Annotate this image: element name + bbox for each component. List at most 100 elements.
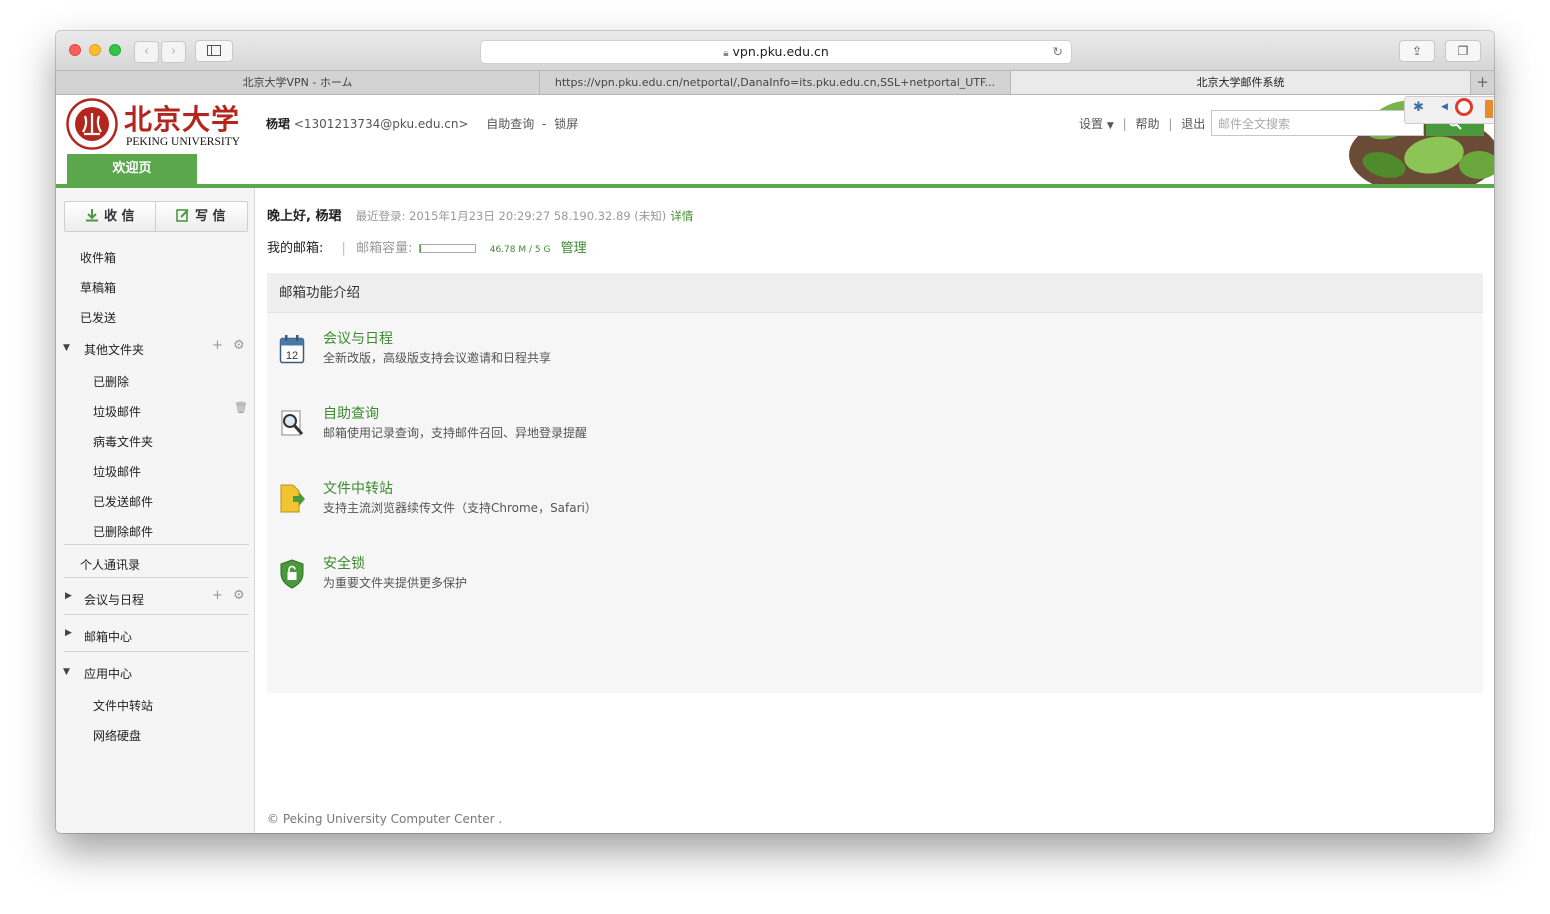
caret-left-icon[interactable]: ◀ (1441, 102, 1448, 112)
calendar-icon: 12 (279, 335, 305, 364)
edit-icon (176, 209, 190, 222)
sidebar-item-deleted-mail[interactable]: 已删除邮件 (93, 523, 153, 540)
self-service-link[interactable]: 自助查询 (486, 117, 534, 131)
sidebar-item-sent-mail[interactable]: 已发送邮件 (93, 493, 153, 510)
greeting: 晚上好, 杨珺 (267, 209, 342, 224)
logout-link[interactable]: 退出 (1181, 117, 1205, 131)
feature-title-security-lock[interactable]: 安全锁 (323, 553, 365, 573)
add-calendar-icon[interactable]: + (212, 588, 223, 603)
sidebar-toggle-button[interactable] (195, 40, 233, 62)
expanded-triangle-icon[interactable]: ▼ (63, 667, 70, 677)
browser-window: ‹ › 🔒︎ vpn.pku.edu.cn ↻ ⇪ ❐ 北京大学VPN - ホー… (56, 31, 1494, 833)
mail-search-input[interactable]: 邮件全文搜索 (1211, 110, 1424, 136)
sidebar-item-virus[interactable]: 病毒文件夹 (93, 433, 153, 450)
divider (64, 614, 249, 615)
forward-button[interactable]: › (161, 41, 186, 63)
new-tab-button[interactable]: + (1471, 71, 1494, 94)
settings-link[interactable]: 设置 ▼ (1079, 117, 1114, 131)
panel-title: 邮箱功能介绍 (267, 273, 1483, 313)
gear-icon[interactable]: ⚙ (233, 588, 245, 603)
zoom-window-button[interactable] (109, 44, 121, 56)
search-doc-icon (281, 410, 304, 436)
collapsed-triangle-icon[interactable]: ▶ (65, 628, 72, 638)
reload-icon[interactable]: ↻ (1053, 41, 1063, 63)
header-links: 设置 ▼ | 帮助 | 退出 (1079, 115, 1205, 132)
lock-icon: 🔒︎ (723, 48, 729, 59)
feature-title-file-transfer[interactable]: 文件中转站 (323, 478, 393, 498)
sidebar-item-net-disk[interactable]: 网络硬盘 (93, 727, 141, 744)
tab-bar: 北京大学VPN - ホーム https://vpn.pku.edu.cn/net… (56, 71, 1494, 95)
details-link[interactable]: 详情 (670, 209, 693, 223)
mailbox-info: 我的邮箱: | 邮箱容量: 46.78 M / 5 G 管理 (267, 237, 587, 256)
tab-welcome-page[interactable]: 欢迎页 (67, 154, 197, 184)
lock-screen-link[interactable]: 锁屏 (554, 117, 578, 131)
last-login: 最近登录: 2015年1月23日 20:29:27 58.190.32.89 (… (355, 209, 667, 223)
collapsed-triangle-icon[interactable]: ▶ (65, 591, 72, 601)
sidebar-item-junk[interactable]: 垃圾邮件 (93, 403, 141, 420)
divider (64, 544, 249, 545)
url-text: vpn.pku.edu.cn (732, 44, 829, 59)
capacity-value: 46.78 M / 5 G (489, 245, 551, 255)
add-folder-icon[interactable]: + (212, 338, 223, 353)
sidebar-item-deleted[interactable]: 已删除 (93, 373, 129, 390)
expanded-triangle-icon[interactable]: ▼ (63, 343, 70, 353)
sidebar-item-mail-center[interactable]: 邮箱中心 (84, 628, 132, 645)
capacity-bar-fill (419, 245, 421, 252)
chevron-right-icon: › (170, 44, 177, 59)
separator: | (1122, 117, 1127, 131)
gear-icon[interactable]: ⚙ (233, 338, 245, 353)
receive-label: 收 信 (104, 209, 135, 224)
my-mailbox-label: 我的邮箱: (267, 241, 324, 256)
webpage: 北京大学 PEKING UNIVERSITY 欢迎页 杨珺 <130121373… (56, 95, 1494, 833)
feature-title-self-service[interactable]: 自助查询 (323, 403, 379, 423)
trash-icon[interactable]: 🗑︎ (234, 401, 248, 414)
footer-copyright: © Peking University Computer Center . (267, 812, 503, 826)
tab-vpn-home[interactable]: 北京大学VPN - ホーム (56, 71, 540, 94)
share-button[interactable]: ⇪ (1399, 40, 1435, 62)
receive-button[interactable]: 收 信 (65, 202, 156, 231)
extension-orange-icon[interactable] (1485, 100, 1493, 118)
sidebar-item-junk-mail[interactable]: 垃圾邮件 (93, 463, 141, 480)
sidebar-item-contacts[interactable]: 个人通讯录 (80, 556, 140, 573)
extension-toolbar: ✱ ◀ (1404, 96, 1494, 124)
tab-pku-mail[interactable]: 北京大学邮件系统 (1011, 71, 1471, 94)
minimize-window-button[interactable] (89, 44, 101, 56)
features-panel: 邮箱功能介绍 12 会议与日程 全新改版，高级版支持会议邀请和日程共享 自助查询 (267, 273, 1483, 693)
sidebar-item-drafts[interactable]: 草稿箱 (80, 279, 116, 296)
chevron-left-icon: ‹ (143, 44, 150, 59)
feature-desc-file-transfer: 支持主流浏览器续传文件（支持Chrome，Safari） (323, 501, 597, 515)
pku-logo: 北京大学 PEKING UNIVERSITY (66, 98, 246, 150)
tab-label: 北京大学VPN - ホーム (242, 76, 353, 89)
sidebar-item-sent[interactable]: 已发送 (80, 309, 116, 326)
plus-icon: + (1476, 73, 1489, 91)
address-bar[interactable]: 🔒︎ vpn.pku.edu.cn ↻ (480, 40, 1072, 64)
compose-button[interactable]: 写 信 (156, 202, 246, 231)
sidebar-item-other-folders[interactable]: 其他文件夹 (84, 341, 144, 358)
mail-header: 北京大学 PEKING UNIVERSITY 欢迎页 杨珺 <130121373… (56, 95, 1494, 184)
close-window-button[interactable] (69, 44, 81, 56)
sidebar-item-calendar[interactable]: 会议与日程 (84, 591, 144, 608)
puzzle-icon[interactable]: ✱ (1413, 100, 1424, 115)
back-button[interactable]: ‹ (134, 41, 159, 63)
tabs-icon: ❐ (1457, 44, 1469, 58)
shield-lock-icon (280, 559, 304, 589)
feature-title-calendar[interactable]: 会议与日程 (323, 328, 393, 348)
calendar-day: 12 (286, 350, 298, 362)
share-icon: ⇪ (1411, 44, 1423, 58)
main-content: 晚上好, 杨珺 最近登录: 2015年1月23日 20:29:27 58.190… (255, 188, 1494, 833)
tab-label: https://vpn.pku.edu.cn/netportal/,DanaIn… (554, 76, 996, 89)
user-name: 杨珺 (266, 117, 291, 131)
browser-toolbar: ‹ › 🔒︎ vpn.pku.edu.cn ↻ ⇪ ❐ (56, 31, 1494, 71)
pku-seal-icon (66, 98, 118, 150)
tabs-overview-button[interactable]: ❐ (1445, 40, 1481, 62)
manage-link[interactable]: 管理 (561, 241, 587, 256)
sidebar-item-app-center[interactable]: 应用中心 (84, 665, 132, 682)
sidebar-item-inbox[interactable]: 收件箱 (80, 249, 116, 266)
sidebar-icon (207, 45, 221, 56)
separator: | (1168, 117, 1173, 131)
sidebar-item-file-transfer[interactable]: 文件中转站 (93, 697, 153, 714)
help-link[interactable]: 帮助 (1135, 117, 1159, 131)
help-lifebuoy-icon[interactable] (1455, 98, 1473, 116)
capacity-bar (418, 244, 476, 253)
tab-netportal[interactable]: https://vpn.pku.edu.cn/netportal/,DanaIn… (540, 71, 1011, 94)
